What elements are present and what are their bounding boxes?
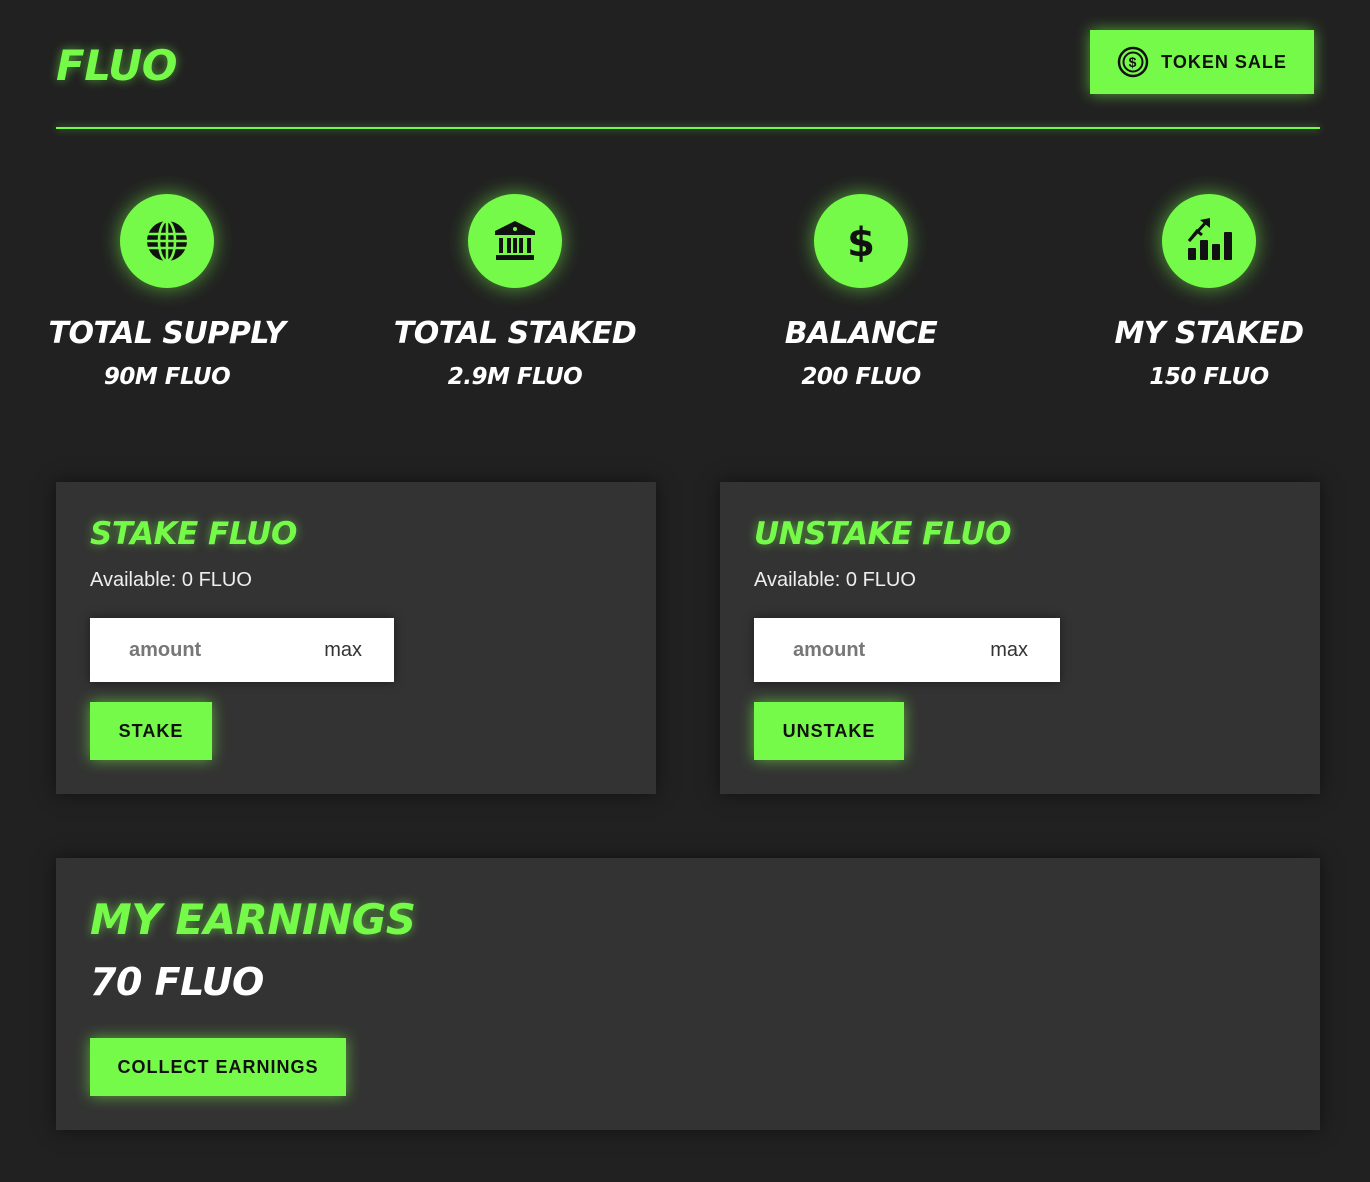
svg-text:$: $: [847, 220, 875, 264]
earnings-value: 70 FLUO: [90, 960, 264, 1004]
unstake-available: Available: 0 FLUO: [754, 569, 916, 591]
stat-label: MY STAKED: [1114, 316, 1304, 351]
svg-text:$: $: [1129, 54, 1138, 70]
globe-icon: [120, 194, 214, 288]
unstake-button[interactable]: UNSTAKE: [754, 702, 904, 760]
stat-value: 2.9M FLUO: [447, 364, 583, 390]
brand-logo[interactable]: FLUO: [56, 40, 177, 92]
stake-button[interactable]: STAKE: [90, 702, 212, 760]
unstake-card: UNSTAKE FLUO Available: 0 FLUO max UNSTA…: [720, 482, 1320, 794]
token-sale-label: TOKEN SALE: [1161, 51, 1287, 72]
stat-total-staked: TOTAL STAKED 2.9M FLUO: [365, 194, 665, 392]
growth-chart-icon: [1162, 194, 1256, 288]
stake-card: STAKE FLUO Available: 0 FLUO max STAKE: [56, 482, 656, 794]
dollar-icon: $: [814, 194, 908, 288]
unstake-amount-box: max: [754, 618, 1060, 682]
earnings-title: MY EARNINGS: [90, 895, 416, 944]
token-sale-button[interactable]: $ TOKEN SALE: [1090, 30, 1314, 94]
stake-title: STAKE FLUO: [90, 516, 297, 552]
dollar-coin-icon: $: [1117, 46, 1149, 78]
unstake-max-button[interactable]: max: [990, 639, 1028, 662]
stat-value: 200 FLUO: [801, 364, 921, 390]
stake-amount-box: max: [90, 618, 394, 682]
stat-label: TOTAL STAKED: [393, 316, 637, 351]
bank-icon: [468, 194, 562, 288]
stat-label: TOTAL SUPPLY: [48, 316, 287, 351]
stake-amount-input[interactable]: [129, 638, 289, 662]
stat-balance: $ BALANCE 200 FLUO: [711, 194, 1011, 392]
stat-label: BALANCE: [784, 316, 938, 351]
stat-total-supply: TOTAL SUPPLY 90M FLUO: [17, 194, 317, 392]
collect-earnings-button[interactable]: COLLECT EARNINGS: [90, 1038, 346, 1096]
header-divider: [56, 127, 1320, 129]
stat-value: 150 FLUO: [1149, 364, 1269, 390]
earnings-card: MY EARNINGS 70 FLUO COLLECT EARNINGS: [56, 858, 1320, 1130]
stat-my-staked: MY STAKED 150 FLUO: [1059, 194, 1359, 392]
stake-available: Available: 0 FLUO: [90, 569, 252, 591]
unstake-amount-input[interactable]: [793, 638, 953, 662]
unstake-title: UNSTAKE FLUO: [754, 516, 1011, 552]
stat-value: 90M FLUO: [103, 364, 231, 390]
stake-max-button[interactable]: max: [324, 639, 362, 662]
